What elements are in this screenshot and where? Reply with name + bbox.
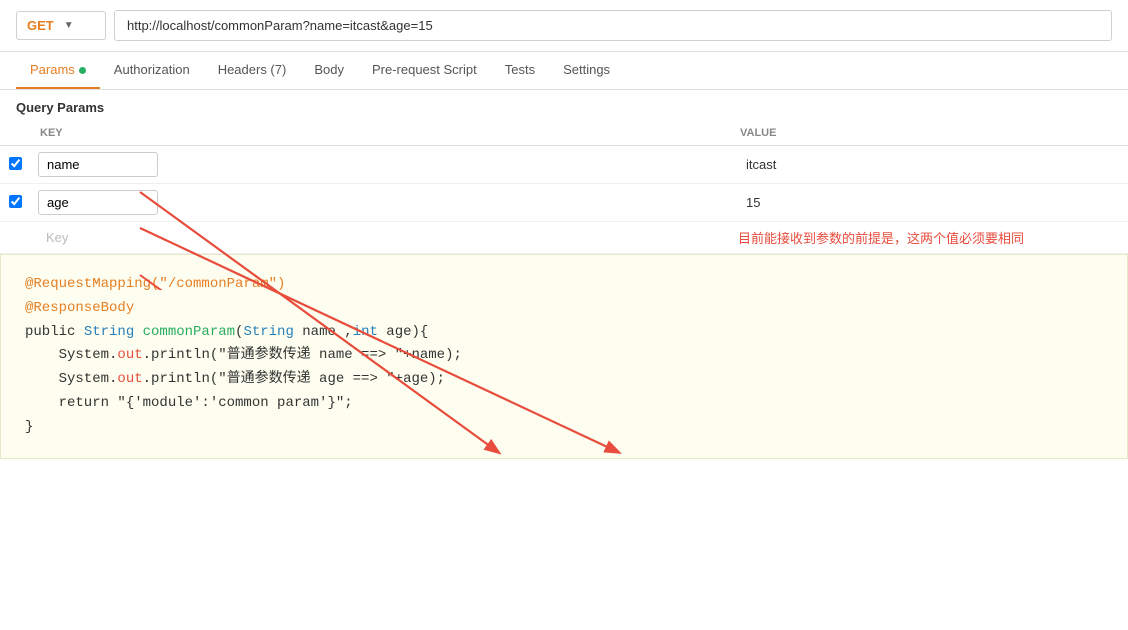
table-row-empty: Key 目前能接收到参数的前提是，这两个值必须要相同 bbox=[0, 222, 1128, 254]
params-dot bbox=[79, 67, 86, 74]
tab-settings[interactable]: Settings bbox=[549, 52, 624, 89]
empty-key-cell: Key bbox=[30, 222, 730, 254]
code-annotation2: @ResponseBody bbox=[25, 300, 134, 316]
row2-key-input[interactable] bbox=[38, 190, 158, 215]
params-panel: Query Params KEY VALUE bbox=[0, 90, 1128, 254]
col-checkbox-header bbox=[0, 121, 30, 146]
empty-key-placeholder: Key bbox=[38, 224, 76, 251]
app-container: GET ▼ Params Authorization Headers (7) B… bbox=[0, 0, 1128, 459]
tab-headers[interactable]: Headers (7) bbox=[204, 52, 301, 89]
code-section: @RequestMapping("/commonParam") @Respons… bbox=[0, 254, 1128, 459]
method-label: GET bbox=[27, 18, 54, 33]
table-row: itcast bbox=[0, 146, 1128, 184]
col-value-header: VALUE bbox=[730, 121, 1128, 146]
tab-body[interactable]: Body bbox=[300, 52, 358, 89]
row1-key-input[interactable] bbox=[38, 152, 158, 177]
code-line-1: @RequestMapping("/commonParam") bbox=[25, 273, 1103, 297]
row1-key-cell bbox=[30, 146, 730, 184]
tab-params[interactable]: Params bbox=[16, 52, 100, 89]
code-line-2: @ResponseBody bbox=[25, 297, 1103, 321]
table-row: 15 bbox=[0, 184, 1128, 222]
code-line-4: System.out.println("普通参数传递 name ==> "+na… bbox=[25, 344, 1103, 368]
code-line-5: System.out.println("普通参数传递 age ==> "+age… bbox=[25, 368, 1103, 392]
tabs-row: Params Authorization Headers (7) Body Pr… bbox=[0, 52, 1128, 90]
annotation-text: 目前能接收到参数的前提是，这两个值必须要相同 bbox=[738, 227, 1024, 250]
method-chevron-icon: ▼ bbox=[64, 20, 74, 31]
tab-authorization[interactable]: Authorization bbox=[100, 52, 204, 89]
url-input[interactable] bbox=[114, 10, 1112, 41]
row1-value-cell: itcast bbox=[730, 146, 1128, 184]
tab-tests[interactable]: Tests bbox=[491, 52, 549, 89]
row2-checkbox-cell bbox=[0, 184, 30, 222]
row1-value-display: itcast bbox=[738, 153, 784, 176]
empty-checkbox-cell bbox=[0, 222, 30, 254]
code-line-3: public String commonParam(String name ,i… bbox=[25, 321, 1103, 345]
row1-checkbox-cell bbox=[0, 146, 30, 184]
code-block: @RequestMapping("/commonParam") @Respons… bbox=[25, 273, 1103, 440]
empty-annotation-cell: 目前能接收到参数的前提是，这两个值必须要相同 bbox=[730, 222, 1128, 254]
col-key-header: KEY bbox=[30, 121, 730, 146]
code-annotation: @RequestMapping("/commonParam") bbox=[25, 276, 285, 292]
code-line-7: } bbox=[25, 416, 1103, 440]
row2-key-cell bbox=[30, 184, 730, 222]
method-select[interactable]: GET ▼ bbox=[16, 11, 106, 40]
row2-value-display: 15 bbox=[738, 191, 768, 214]
query-params-title: Query Params bbox=[0, 90, 1128, 121]
code-line-6: return "{'module':'common param'}"; bbox=[25, 392, 1103, 416]
row2-checkbox[interactable] bbox=[9, 195, 22, 208]
row2-value-cell: 15 bbox=[730, 184, 1128, 222]
top-bar: GET ▼ bbox=[0, 0, 1128, 52]
tab-prerequest[interactable]: Pre-request Script bbox=[358, 52, 491, 89]
row1-checkbox[interactable] bbox=[9, 157, 22, 170]
params-table: KEY VALUE itcast bbox=[0, 121, 1128, 254]
